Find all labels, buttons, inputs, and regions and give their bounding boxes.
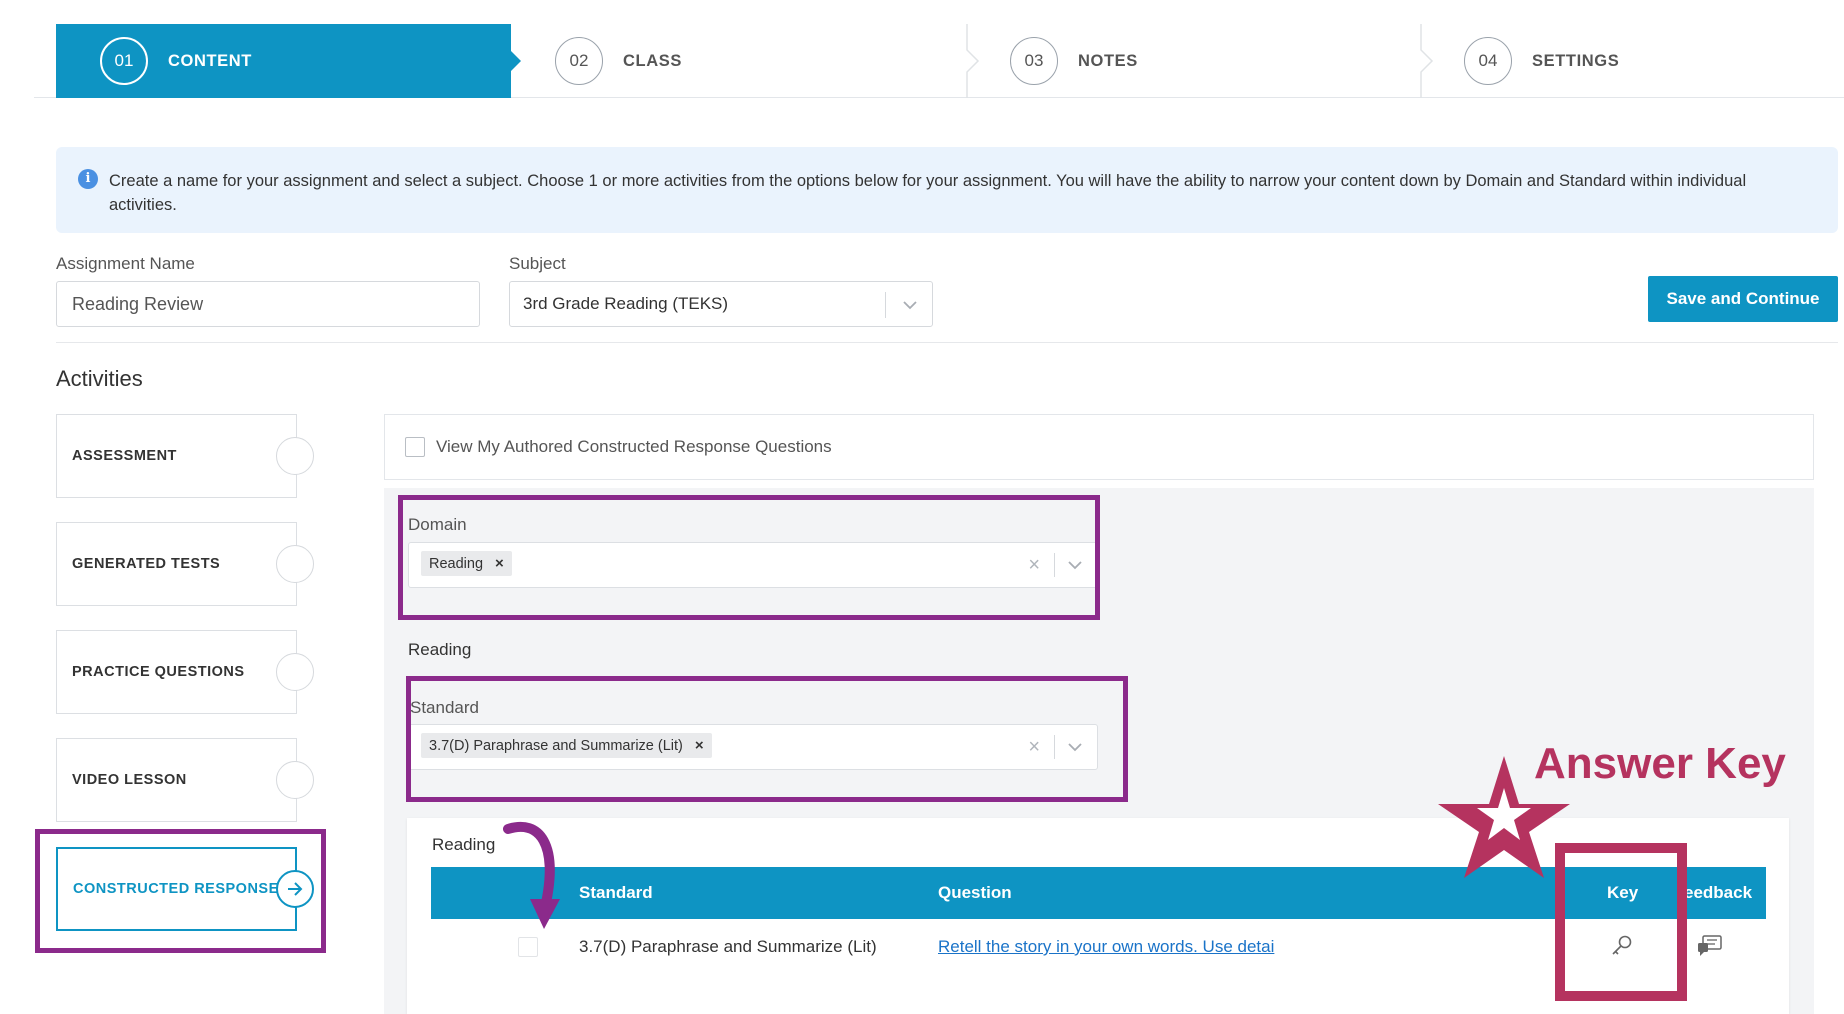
- select-separator: [885, 292, 886, 318]
- step-number: 02: [555, 37, 603, 85]
- assignment-name-input[interactable]: Reading Review: [56, 281, 480, 327]
- info-banner: i Create a name for your assignment and …: [56, 147, 1838, 233]
- highlight-box-activity: [35, 829, 326, 953]
- star-icon: [1438, 756, 1570, 878]
- step-label: CONTENT: [168, 51, 252, 70]
- step-number: 01: [100, 37, 148, 85]
- divider: [56, 342, 1838, 343]
- view-authored-label: View My Authored Constructed Response Qu…: [436, 437, 832, 456]
- activity-label: GENERATED TESTS: [72, 556, 221, 572]
- header-standard: Standard: [579, 883, 653, 902]
- step-label: SETTINGS: [1532, 51, 1620, 70]
- assignment-name-label: Assignment Name: [56, 254, 195, 273]
- activity-assessment[interactable]: ASSESSMENT: [56, 414, 297, 498]
- curved-arrow-annotation: [503, 821, 560, 929]
- step-number: 03: [1010, 37, 1058, 85]
- activities-title: Activities: [56, 366, 143, 391]
- activity-toggle-circle[interactable]: [276, 761, 314, 799]
- activity-practice-questions[interactable]: PRACTICE QUESTIONS: [56, 630, 297, 714]
- activity-toggle-circle[interactable]: [276, 437, 314, 475]
- subject-label: Subject: [509, 254, 566, 273]
- subject-select[interactable]: 3rd Grade Reading (TEKS): [509, 281, 933, 327]
- step-settings[interactable]: 04 SETTINGS: [1464, 24, 1619, 98]
- chevron-down-icon[interactable]: [902, 298, 918, 312]
- activity-label: VIDEO LESSON: [72, 772, 187, 788]
- step-divider-chevron: [1420, 24, 1434, 98]
- section-title-reading: Reading: [408, 640, 472, 659]
- info-icon: i: [78, 169, 98, 189]
- activity-generated-tests[interactable]: GENERATED TESTS: [56, 522, 297, 606]
- assignment-name-value: Reading Review: [72, 293, 204, 314]
- step-class[interactable]: 02 CLASS: [555, 24, 682, 98]
- activity-toggle-circle[interactable]: [276, 545, 314, 583]
- save-and-continue-button[interactable]: Save and Continue: [1648, 276, 1838, 322]
- header-question: Question: [938, 883, 1012, 902]
- step-notes[interactable]: 03 NOTES: [1010, 24, 1138, 98]
- step-number: 04: [1464, 37, 1512, 85]
- view-authored-checkbox[interactable]: [405, 437, 425, 457]
- activity-label: PRACTICE QUESTIONS: [72, 664, 245, 680]
- activity-label: ASSESSMENT: [72, 448, 177, 464]
- activity-toggle-circle[interactable]: [276, 653, 314, 691]
- banner-text: Create a name for your assignment and se…: [109, 172, 1747, 214]
- step-content[interactable]: 01 CONTENT: [56, 24, 521, 98]
- progress-stepper: 01 CONTENT 02 CLASS 03 NOTES 04 SETTINGS: [34, 0, 1844, 98]
- table-title: Reading: [432, 835, 496, 854]
- highlight-box-standard: [406, 676, 1128, 802]
- highlight-box-key: [1555, 843, 1687, 1001]
- step-divider-chevron: [966, 24, 980, 98]
- highlight-box-domain: [398, 495, 1100, 620]
- authored-questions-row: View My Authored Constructed Response Qu…: [384, 414, 1814, 480]
- step-label: NOTES: [1078, 51, 1138, 70]
- row-question-link[interactable]: Retell the story in your own words. Use …: [938, 937, 1274, 957]
- feedback-icon[interactable]: [1697, 935, 1723, 957]
- step-label: CLASS: [623, 51, 682, 70]
- row-standard: 3.7(D) Paraphrase and Summarize (Lit): [579, 937, 877, 956]
- subject-value: 3rd Grade Reading (TEKS): [523, 294, 729, 313]
- activity-video-lesson[interactable]: VIDEO LESSON: [56, 738, 297, 822]
- header-feedback: eedback: [1684, 883, 1753, 902]
- row-checkbox[interactable]: [518, 937, 538, 957]
